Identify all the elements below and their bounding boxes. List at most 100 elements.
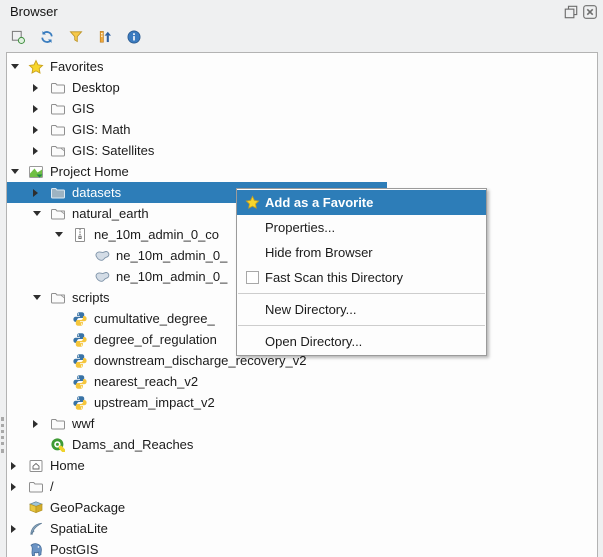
python-icon [72,374,88,390]
expander-collapsed-icon[interactable] [30,77,50,98]
expander-collapsed-icon[interactable] [8,476,28,497]
tree-row-project-home[interactable]: Project Home [7,161,597,182]
tree-row-[interactable]: / [7,476,597,497]
folder-link-icon [50,206,66,222]
refresh-button[interactable] [36,26,58,48]
tree-row-home[interactable]: Home [7,455,597,476]
expander-collapsed-icon[interactable] [30,119,50,140]
checkbox-unchecked-icon[interactable] [242,271,262,284]
fast-scan-checkbox[interactable] [246,271,259,284]
star-icon [242,195,262,210]
menu-item-properties[interactable]: Properties... [237,215,486,240]
tree-row-gis[interactable]: GIS [7,98,597,119]
expander-slot [52,392,72,413]
collapse-all-button[interactable] [94,26,116,48]
menu-item-fast-scan-this-directory[interactable]: Fast Scan this Directory [237,265,486,290]
filter-icon [68,29,84,45]
folder-icon [50,80,66,96]
expander-slot [52,329,72,350]
qgis-icon [50,437,66,453]
menu-separator [238,325,485,326]
expander-expanded-icon[interactable] [8,56,28,77]
tree-row-label: Desktop [72,80,120,95]
menu-item-label: New Directory... [265,302,357,317]
tree-row-spatialite[interactable]: SpatiaLite [7,518,597,539]
close-button[interactable] [582,4,598,20]
zip-icon [72,227,88,243]
collapse-all-icon [97,29,113,45]
expander-slot [52,371,72,392]
tree-row-label: SpatiaLite [50,521,108,536]
expander-collapsed-icon[interactable] [30,140,50,161]
expander-collapsed-icon[interactable] [8,518,28,539]
tree-row-label: Home [50,458,85,473]
tree-row-label: wwf [72,416,94,431]
tree-row-desktop[interactable]: Desktop [7,77,597,98]
tree-row-label: GIS: Satellites [72,143,154,158]
tree-row-label: Dams_and_Reaches [72,437,193,452]
window-controls [563,4,598,20]
menu-item-label: Open Directory... [265,334,362,349]
context-menu: Add as a Favorite Properties... Hide from … [236,188,487,356]
postgis-icon [28,542,44,557]
expander-expanded-icon[interactable] [8,161,28,182]
add-layer-icon [10,29,26,45]
folder-link-icon [50,290,66,306]
expander-slot [74,266,94,287]
python-icon [72,353,88,369]
expander-expanded-icon[interactable] [30,287,50,308]
menu-item-new-directory[interactable]: New Directory... [237,297,486,322]
tree-row-label: Favorites [50,59,103,74]
tree-row-label: nearest_reach_v2 [94,374,198,389]
tree-row-wwf[interactable]: wwf [7,413,597,434]
float-button[interactable] [563,4,579,20]
tree-row-label: GIS: Math [72,122,131,137]
tree-row-gis-math[interactable]: GIS: Math [7,119,597,140]
close-icon [582,4,598,20]
info-icon [126,29,142,45]
expander-collapsed-icon[interactable] [8,455,28,476]
tree-row-label: cumultative_degree_ [94,311,215,326]
tree-row-label: ne_10m_admin_0_ [116,269,227,284]
tree-row-label: PostGIS [50,542,98,557]
expander-collapsed-icon[interactable] [30,98,50,119]
folder-icon [50,101,66,117]
tree-row-dams-and-reaches[interactable]: Dams_and_Reaches [7,434,597,455]
expander-slot [74,245,94,266]
tree-row-postgis[interactable]: PostGIS [7,539,597,557]
tree-row-upstream-impact-v2[interactable]: upstream_impact_v2 [7,392,597,413]
python-icon [72,332,88,348]
tree-row-label: / [50,479,54,494]
dock-resize-grip[interactable] [1,417,4,453]
browser-toolbar [7,26,145,48]
expander-slot [8,539,28,557]
home-icon [28,458,44,474]
tree-row-favorites[interactable]: Favorites [7,56,597,77]
geopackage-icon [28,500,44,516]
expander-slot [30,434,50,455]
menu-item-hide-from-browser[interactable]: Hide from Browser [237,240,486,265]
polygon-icon [94,269,110,285]
polygon-icon [94,248,110,264]
tree-row-label: upstream_impact_v2 [94,395,215,410]
properties-widget-button[interactable] [123,26,145,48]
expander-expanded-icon[interactable] [52,224,72,245]
tree-row-label: ne_10m_admin_0_ [116,248,227,263]
folder-icon [50,416,66,432]
tree-row-nearest-reach-v2[interactable]: nearest_reach_v2 [7,371,597,392]
expander-collapsed-icon[interactable] [30,182,50,203]
menu-item-add-as-a-favorite[interactable]: Add as a Favorite [237,190,486,215]
add-selected-layers-button[interactable] [7,26,29,48]
tree-row-label: degree_of_regulation [94,332,217,347]
menu-item-label: Properties... [265,220,335,235]
tree-row-geopackage[interactable]: GeoPackage [7,497,597,518]
tree-row-label: GIS [72,101,94,116]
tree-row-gis-satellites[interactable]: GIS: Satellites [7,140,597,161]
expander-collapsed-icon[interactable] [30,413,50,434]
expander-expanded-icon[interactable] [30,203,50,224]
filter-browser-button[interactable] [65,26,87,48]
page-title: Browser [10,4,58,19]
tree-row-label: natural_earth [72,206,149,221]
menu-item-open-directory[interactable]: Open Directory... [237,329,486,354]
tree-row-label: scripts [72,290,110,305]
